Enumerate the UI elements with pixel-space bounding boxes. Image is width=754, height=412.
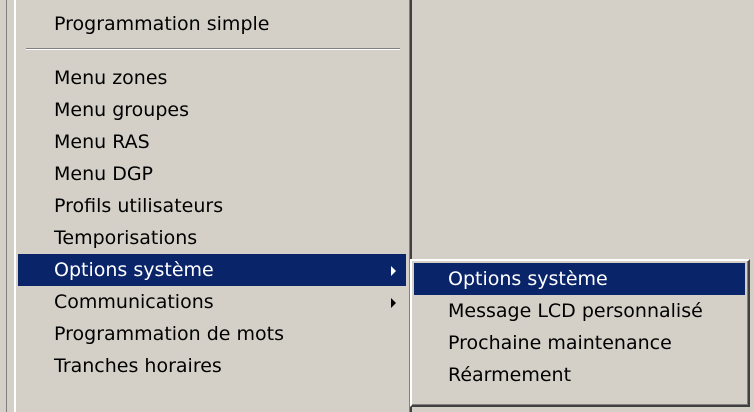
submenu-item-prochaine-maintenance[interactable]: Prochaine maintenance <box>414 327 745 359</box>
menu-item-label: Profils utilisateurs <box>54 195 224 217</box>
submenu-item-rearmement[interactable]: Réarmement <box>414 359 745 391</box>
background-heading-fragment <box>610 0 750 8</box>
menu-item-label: Options système <box>54 259 214 281</box>
menu-item-label: Menu zones <box>54 67 168 89</box>
menu-item-label: Menu RAS <box>54 131 150 153</box>
submenu-arrow-icon <box>391 298 396 308</box>
submenu-item-label: Message LCD personnalisé <box>448 300 703 322</box>
menu-item-programmation-simple[interactable]: Programmation simple <box>18 8 406 40</box>
submenu-options-systeme: Options système Message LCD personnalisé… <box>410 259 750 407</box>
menu-item-label: Menu DGP <box>54 163 154 185</box>
submenu-item-message-lcd[interactable]: Message LCD personnalisé <box>414 295 745 327</box>
menu-separator <box>26 48 400 50</box>
window-edge <box>0 0 7 412</box>
submenu-item-label: Réarmement <box>448 364 572 386</box>
submenu-arrow-icon <box>391 266 396 276</box>
submenu-item-options-systeme[interactable]: Options système <box>414 263 745 295</box>
menu-item-temporisations[interactable]: Temporisations <box>18 222 406 254</box>
menu-item-communications[interactable]: Communications <box>18 286 406 318</box>
menu-item-tranches-horaires[interactable]: Tranches horaires <box>18 350 406 382</box>
menu-item-label: Programmation de mots <box>54 323 285 345</box>
menu-item-label: Tranches horaires <box>54 355 222 377</box>
context-menu: Programmation simple Menu zones Menu gro… <box>14 0 412 412</box>
menu-item-label: Programmation simple <box>54 13 270 35</box>
menu-item-label: Menu groupes <box>54 99 189 121</box>
submenu-item-label: Prochaine maintenance <box>448 332 672 354</box>
submenu-item-label: Options système <box>448 268 608 290</box>
menu-item-options-systeme[interactable]: Options système <box>18 254 406 286</box>
menu-item-label: Temporisations <box>54 227 198 249</box>
menu-item-ras[interactable]: Menu RAS <box>18 126 406 158</box>
menu-item-profils-utilisateurs[interactable]: Profils utilisateurs <box>18 190 406 222</box>
menu-item-programmation-de-mots[interactable]: Programmation de mots <box>18 318 406 350</box>
menu-item-groupes[interactable]: Menu groupes <box>18 94 406 126</box>
menu-item-label: Communications <box>54 291 214 313</box>
background-heading-fragment <box>418 0 498 8</box>
menu-item-zones[interactable]: Menu zones <box>18 62 406 94</box>
menu-item-dgp[interactable]: Menu DGP <box>18 158 406 190</box>
